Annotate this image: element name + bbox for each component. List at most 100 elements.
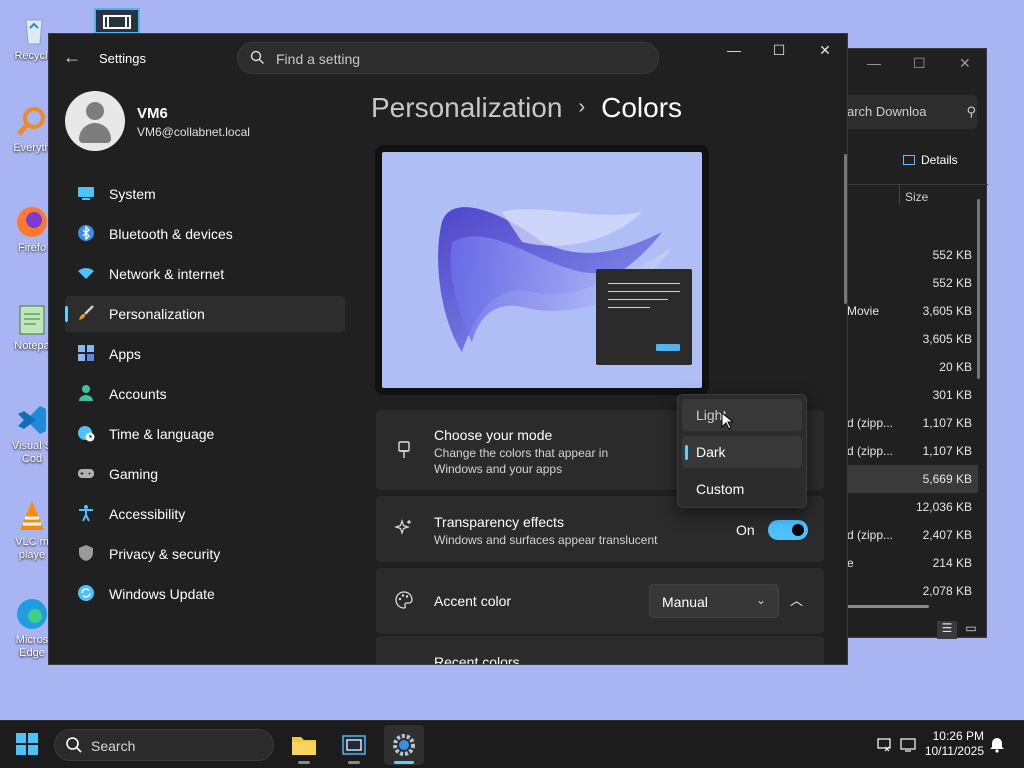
settings-window[interactable]: ← Settings — ☐ ✕ VM6 VM6@collabnet.local… xyxy=(48,33,848,665)
taskbar-clock[interactable]: 10:26 PM 10/11/2025 xyxy=(912,729,984,759)
file-row[interactable]: 5,669 KB xyxy=(841,465,978,493)
file-row[interactable]: d (zipp... 1,107 KB xyxy=(841,409,978,437)
taskbar-search[interactable]: Search xyxy=(54,729,274,761)
notification-bell-icon[interactable] xyxy=(989,735,1005,756)
sidebar-item-personalization[interactable]: Personalization xyxy=(65,296,345,332)
active-indicator xyxy=(65,306,68,322)
sidebar-item-time-language[interactable]: Time & language xyxy=(65,416,345,452)
column-header-size[interactable]: Size xyxy=(905,190,928,204)
file-name: d (zipp... xyxy=(847,444,894,458)
running-indicator xyxy=(298,761,310,764)
file-row[interactable]: Movie 3,605 KB xyxy=(841,297,978,325)
file-size: 5,669 KB xyxy=(922,472,972,486)
avatar[interactable] xyxy=(65,91,125,151)
tiles-view-icon[interactable]: ▭ xyxy=(961,621,981,639)
avatar-head xyxy=(86,102,104,120)
gear-icon xyxy=(393,734,415,756)
titlebar: ← Settings — ☐ ✕ xyxy=(49,34,847,80)
close-icon[interactable]: ✕ xyxy=(959,55,971,72)
horizontal-scrollbar[interactable] xyxy=(841,605,929,608)
settings-search-box[interactable] xyxy=(237,42,659,74)
everything-search-icon xyxy=(14,104,50,140)
taskbar-media-app[interactable] xyxy=(334,725,374,765)
file-row[interactable]: d (zipp... 1,107 KB xyxy=(841,437,978,465)
taskbar-settings[interactable] xyxy=(384,725,424,765)
mode-dropdown[interactable]: Light Dark Custom xyxy=(677,394,807,508)
mode-option-custom[interactable]: Custom xyxy=(682,473,802,505)
vertical-scrollbar[interactable] xyxy=(844,154,847,304)
wifi-icon xyxy=(77,264,95,282)
file-size: 214 KB xyxy=(932,556,972,570)
file-name: e xyxy=(847,556,854,570)
maximize-button[interactable]: ☐ xyxy=(767,42,791,62)
file-row[interactable]: 552 KB xyxy=(841,269,978,297)
vlc-icon xyxy=(14,498,50,534)
sidebar-item-label: Accounts xyxy=(109,386,167,402)
settings-search-input[interactable] xyxy=(276,49,636,69)
transparency-toggle[interactable] xyxy=(768,520,808,540)
network-disconnected-icon[interactable] xyxy=(876,737,892,756)
paintbrush-icon xyxy=(77,304,95,322)
mode-option-light[interactable]: Light xyxy=(682,399,802,431)
mode-option-label: Custom xyxy=(696,481,745,497)
breadcrumb-parent[interactable]: Personalization xyxy=(371,92,562,123)
explorer-search-input[interactable]: arch Downloa xyxy=(841,95,977,129)
file-row[interactable]: e 214 KB xyxy=(841,549,978,577)
chevron-up-icon[interactable]: ︿ xyxy=(790,590,803,609)
sidebar-item-gaming[interactable]: Gaming xyxy=(65,456,345,492)
minimize-icon[interactable]: — xyxy=(867,55,881,71)
search-icon xyxy=(65,736,83,759)
file-row[interactable]: 2,078 KB xyxy=(841,577,978,605)
firefox-icon xyxy=(14,204,50,240)
divider xyxy=(841,184,988,185)
sidebar-item-system[interactable]: System xyxy=(65,176,345,212)
avatar-body xyxy=(79,123,111,143)
sidebar-item-apps[interactable]: Apps xyxy=(65,336,345,372)
back-arrow-icon[interactable]: ← xyxy=(63,48,83,68)
column-divider[interactable] xyxy=(899,185,900,205)
close-button[interactable]: ✕ xyxy=(813,42,837,62)
theme-preview xyxy=(382,152,702,388)
taskbar: Search 10:26 PM 10/11/2025 xyxy=(0,720,1024,768)
app-title: Settings xyxy=(99,51,146,66)
details-view-icon[interactable]: ☰ xyxy=(937,621,957,639)
breadcrumb-separator: › xyxy=(578,96,586,118)
maximize-icon[interactable]: ☐ xyxy=(913,55,926,72)
minimize-button[interactable]: — xyxy=(722,42,746,62)
windows-update-icon xyxy=(77,584,95,602)
search-icon[interactable]: ⚲ xyxy=(966,104,976,120)
sidebar-item-label: Apps xyxy=(109,346,141,362)
running-indicator xyxy=(348,761,360,764)
file-row[interactable]: 20 KB xyxy=(841,353,978,381)
sidebar-nav: System Bluetooth & devices Network & int… xyxy=(65,176,345,616)
file-size: 1,107 KB xyxy=(922,444,972,458)
clock-time: 10:26 PM xyxy=(932,729,984,743)
sidebar-item-accessibility[interactable]: Accessibility xyxy=(65,496,345,532)
accent-color-card[interactable]: Accent color Manual ⌄ ︿ xyxy=(376,568,824,634)
sidebar-item-accounts[interactable]: Accounts xyxy=(65,376,345,412)
vertical-scrollbar[interactable] xyxy=(977,199,980,379)
start-button[interactable] xyxy=(16,733,38,755)
file-row[interactable]: d (zipp... 2,407 KB xyxy=(841,521,978,549)
file-row[interactable]: 552 KB xyxy=(841,241,978,269)
accent-color-select[interactable]: Manual ⌄ xyxy=(649,584,779,618)
mode-option-dark[interactable]: Dark xyxy=(682,436,802,468)
file-size: 12,036 KB xyxy=(915,500,972,514)
sidebar-item-network[interactable]: Network & internet xyxy=(65,256,345,292)
sidebar-item-bluetooth[interactable]: Bluetooth & devices xyxy=(65,216,345,252)
file-row[interactable]: 3,605 KB xyxy=(841,325,978,353)
transparency-toggle-label: On xyxy=(736,522,755,538)
desktop-icon-film[interactable] xyxy=(94,8,140,34)
sidebar-item-label: System xyxy=(109,186,156,202)
file-row[interactable]: 301 KB xyxy=(841,381,978,409)
page-title: Colors xyxy=(601,92,683,123)
details-pane-button[interactable]: Details xyxy=(903,153,958,167)
sidebar-item-privacy-security[interactable]: Privacy & security xyxy=(65,536,345,572)
bluetooth-icon xyxy=(77,224,95,242)
file-row[interactable]: 12,036 KB xyxy=(841,493,978,521)
notepad-icon xyxy=(14,302,50,338)
sidebar-item-windows-update[interactable]: Windows Update xyxy=(65,576,345,612)
file-explorer-window[interactable]: — ☐ ✕ arch Downloa ⚲ Details Size 552 KB… xyxy=(840,48,988,639)
selected-indicator xyxy=(685,445,688,460)
taskbar-file-explorer[interactable] xyxy=(284,725,324,765)
